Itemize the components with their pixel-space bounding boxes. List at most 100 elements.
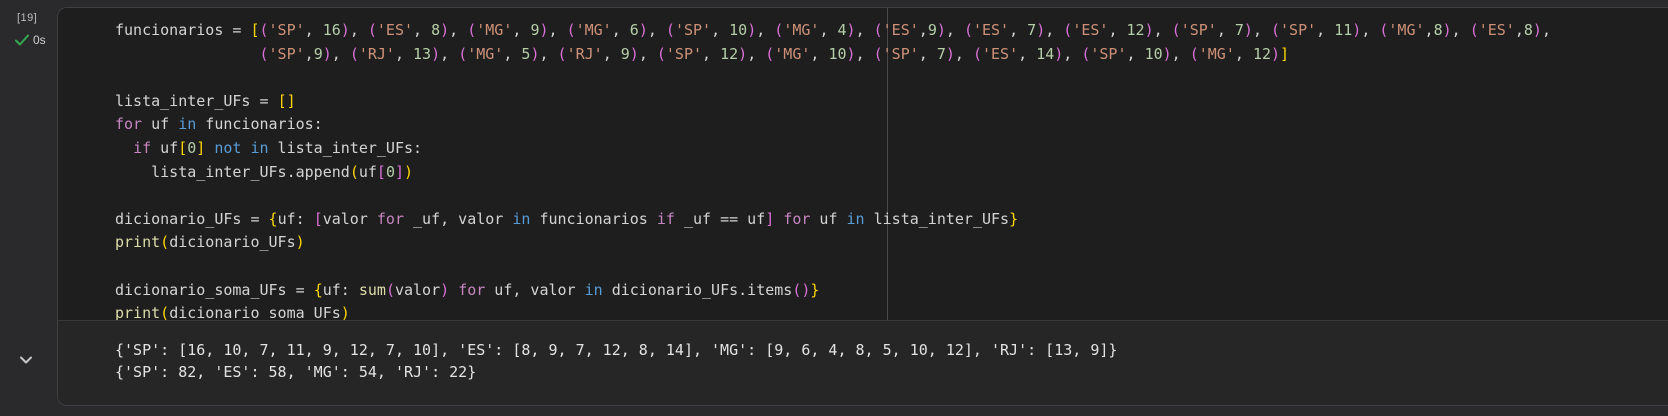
code-token: ) xyxy=(747,21,757,39)
code-line[interactable]: for uf in funcionarios: xyxy=(115,113,1551,137)
code-token: 10 xyxy=(1144,44,1163,63)
code-token: ( xyxy=(1189,44,1199,63)
code-text[interactable]: funcionarios = [('SP', 16), ('ES', 8), (… xyxy=(115,19,1551,326)
code-token: ) xyxy=(431,44,441,63)
code-token: 9 xyxy=(927,21,937,39)
code-token: , xyxy=(304,44,314,63)
code-token: , xyxy=(747,44,766,63)
execution-status: 0s xyxy=(14,33,46,47)
code-editor[interactable]: funcionarios = [('SP', 16), ('ES', 8), (… xyxy=(58,8,1668,342)
code-token: 8 xyxy=(1523,21,1533,39)
code-token: in xyxy=(250,138,269,157)
code-token: ] xyxy=(1280,44,1290,63)
code-token: ) xyxy=(1352,21,1362,39)
code-token: ( xyxy=(467,21,477,39)
code-token: dicionario_UFs xyxy=(169,233,296,252)
code-line[interactable]: dicionario_UFs = {uf: [valor for _uf, va… xyxy=(115,208,1551,232)
code-token: ) xyxy=(404,162,414,181)
code-token: [ xyxy=(376,162,386,181)
code-token: , xyxy=(611,21,630,39)
code-token: ) xyxy=(440,21,450,39)
code-token: [ xyxy=(250,21,260,39)
code-token: 'MG' xyxy=(774,44,811,63)
code-token: , xyxy=(539,44,558,63)
code-line[interactable] xyxy=(115,66,1551,90)
code-line[interactable]: dicionario_soma_UFs = {uf: sum(valor) fo… xyxy=(115,279,1551,303)
code-token: , xyxy=(1316,21,1335,39)
code-token: ( xyxy=(367,21,377,39)
code-token: [ xyxy=(313,209,323,228)
code-token: lista_inter_UFs: xyxy=(268,138,423,157)
code-token: 10 xyxy=(729,21,748,39)
code-token: ) xyxy=(1442,21,1452,39)
code-token: , xyxy=(503,44,522,63)
code-token: if xyxy=(133,138,152,157)
code-token: 'RJ' xyxy=(566,44,603,63)
code-token: ) xyxy=(638,21,648,39)
code-token: valor xyxy=(322,209,377,228)
code-token: 9 xyxy=(313,44,323,63)
code-token: 'MG' xyxy=(476,21,513,39)
code-token: , xyxy=(1451,21,1470,39)
code-token: in xyxy=(512,209,531,228)
code-token: ) xyxy=(295,233,305,252)
code-token: dicionario_soma_UFs = xyxy=(115,280,314,299)
code-token: ( xyxy=(458,44,468,63)
code-token: if xyxy=(656,209,675,228)
code-token: sum xyxy=(358,280,386,299)
code-line[interactable]: print(dicionario_UFs) xyxy=(115,231,1551,255)
code-token: , xyxy=(449,21,468,39)
code-line[interactable]: lista_inter_UFs.append(uf[0]) xyxy=(115,161,1551,185)
code-token: 8 xyxy=(431,21,441,39)
code-token: , xyxy=(1252,21,1271,39)
code-token: } xyxy=(810,280,820,299)
code-token: ) xyxy=(322,44,332,63)
code-token: uf, valor xyxy=(485,280,585,299)
code-token: , xyxy=(855,21,874,39)
code-token: , xyxy=(304,21,323,39)
code-token: 'ES' xyxy=(1072,21,1109,39)
code-token: , xyxy=(647,21,666,39)
code-token: , xyxy=(638,44,657,63)
code-token: , xyxy=(1514,21,1524,39)
code-token: 'SP' xyxy=(1180,21,1217,39)
code-token: , xyxy=(1424,21,1434,39)
code-token: , xyxy=(1126,44,1145,63)
code-token: ( xyxy=(1063,21,1073,39)
code-token: ) xyxy=(1271,44,1281,63)
code-line[interactable]: if uf[0] not in lista_inter_UFs: xyxy=(115,137,1551,161)
code-line[interactable]: lista_inter_UFs = [] xyxy=(115,90,1551,114)
code-token: in xyxy=(584,280,603,299)
code-line[interactable] xyxy=(115,255,1551,279)
code-token: ( xyxy=(774,21,784,39)
code-token: ( xyxy=(765,44,775,63)
code-token: in xyxy=(846,209,865,228)
code-token: ( xyxy=(656,44,666,63)
code-token: ) xyxy=(1144,21,1154,39)
code-token: ] xyxy=(196,138,206,157)
code-token: lista_inter_UFs xyxy=(864,209,1010,228)
code-token: , xyxy=(810,44,829,63)
code-token: , xyxy=(945,21,964,39)
code-token: ) xyxy=(440,280,450,299)
code-line[interactable] xyxy=(115,184,1551,208)
code-token: _uf == uf xyxy=(674,209,766,228)
code-cell[interactable]: funcionarios = [('SP', 16), ('ES', 8), (… xyxy=(57,7,1668,406)
code-token: { xyxy=(268,209,278,228)
code-token: , xyxy=(1361,21,1380,39)
code-token: , xyxy=(1018,44,1037,63)
code-token: uf xyxy=(810,209,847,228)
code-line[interactable]: funcionarios = [('SP', 16), ('ES', 8), (… xyxy=(115,19,1551,43)
code-token: _uf, valor xyxy=(404,209,513,228)
code-line[interactable]: ('SP',9), ('RJ', 13), ('MG', 5), ('RJ', … xyxy=(115,43,1551,67)
code-token: lista_inter_UFs = xyxy=(115,91,278,110)
code-token: 'MG' xyxy=(783,21,820,39)
code-token: ( xyxy=(349,162,359,181)
code-token: 6 xyxy=(629,21,639,39)
collapse-output-button[interactable] xyxy=(18,351,34,367)
code-token: ( xyxy=(1469,21,1479,39)
code-token: ( xyxy=(972,44,982,63)
code-token: ) xyxy=(846,21,856,39)
code-token: , xyxy=(1234,44,1253,63)
